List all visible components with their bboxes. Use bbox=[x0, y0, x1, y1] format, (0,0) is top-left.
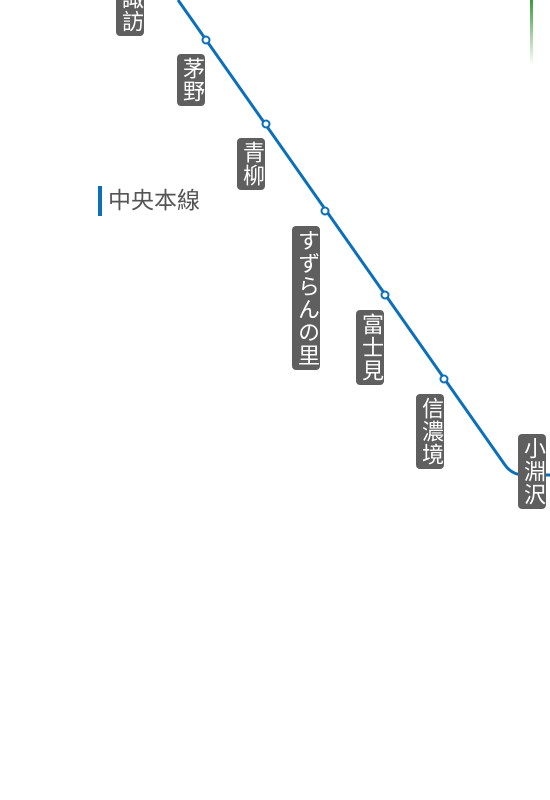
station-marker-suzurannosato bbox=[320, 206, 330, 216]
station-marker-chino bbox=[201, 35, 211, 45]
station-label-suwa[interactable]: 諏訪 bbox=[116, 0, 144, 36]
other-line-segment bbox=[530, 0, 533, 65]
station-marker-aoyagi bbox=[261, 119, 271, 129]
line-name-label: 中央本線 bbox=[98, 186, 200, 216]
route-map: 諏訪 茅野 青柳 すずらんの里 富士見 信濃境 小淵沢 中央本線 bbox=[0, 0, 550, 800]
station-marker-fujimi bbox=[380, 290, 390, 300]
station-label-aoyagi[interactable]: 青柳 bbox=[237, 138, 265, 190]
station-marker-shinanosakai bbox=[439, 374, 449, 384]
track-layer bbox=[176, 0, 550, 477]
station-label-kobuchizawa[interactable]: 小淵沢 bbox=[518, 434, 546, 509]
station-label-shinanosakai[interactable]: 信濃境 bbox=[416, 394, 444, 469]
station-label-suzurannosato[interactable]: すずらんの里 bbox=[292, 226, 320, 370]
station-label-fujimi[interactable]: 富士見 bbox=[356, 310, 384, 385]
chuo-main-line-track bbox=[176, 0, 550, 477]
station-label-chino[interactable]: 茅野 bbox=[177, 54, 205, 106]
